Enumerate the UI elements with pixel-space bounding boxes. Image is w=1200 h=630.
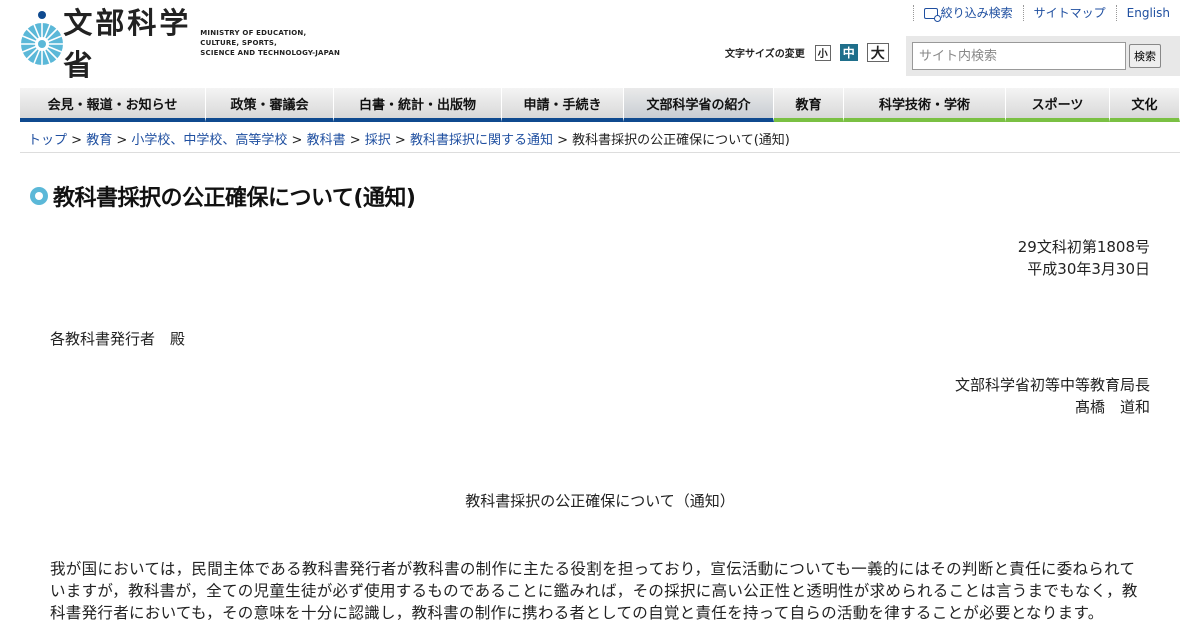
nav-item-applications[interactable]: 申請・手続き (502, 88, 624, 122)
site-logo[interactable]: 文部科学省 MINISTRY OF EDUCATION, CULTURE, SP… (20, 6, 340, 82)
breadcrumb-link[interactable]: 小学校、中学校、高等学校 (131, 133, 287, 148)
nav-item-press[interactable]: 会見・報道・お知らせ (20, 88, 206, 122)
nav-item-science[interactable]: 科学技術・学術 (844, 88, 1006, 122)
english-link[interactable]: English (1115, 5, 1180, 21)
logo-en-text: MINISTRY OF EDUCATION, CULTURE, SPORTS, … (200, 29, 340, 57)
nav-item-culture[interactable]: 文化 (1110, 88, 1180, 122)
breadcrumb-link[interactable]: 採択 (365, 133, 391, 148)
breadcrumb-link[interactable]: 教育 (86, 133, 112, 148)
search-button[interactable]: 検索 (1129, 44, 1161, 68)
page-title-text: 教科書採択の公正確保について(通知) (53, 186, 416, 211)
search-input[interactable] (912, 42, 1126, 70)
font-size-small-button[interactable]: 小 (814, 44, 831, 61)
nav-item-policy[interactable]: 政策・審議会 (206, 88, 334, 122)
font-size-label: 文字サイズの変更 (725, 49, 805, 60)
font-size-medium-button[interactable]: 中 (839, 44, 858, 61)
addressee: 各教科書発行者 殿 (50, 330, 186, 348)
nav-item-education[interactable]: 教育 (774, 88, 844, 122)
document-date: 平成30年3月30日 (1027, 260, 1150, 278)
document-number: 29文科初第1808号 (1017, 238, 1150, 256)
document-subject: 教科書採択の公正確保について（通知） (465, 492, 735, 510)
global-nav: 会見・報道・お知らせ 政策・審議会 白書・統計・出版物 申請・手続き 文部科学省… (20, 88, 1180, 122)
document-number-block: 29文科初第1808号 平成30年3月30日 (1018, 236, 1150, 280)
breadcrumb-link[interactable]: トップ (28, 133, 67, 148)
sitemap-link[interactable]: サイトマップ (1022, 5, 1116, 21)
page-title: 教科書採択の公正確保について(通知) (30, 180, 416, 212)
nav-item-sports[interactable]: スポーツ (1006, 88, 1110, 122)
title-bullet-icon (30, 187, 48, 205)
sender-title: 文部科学省初等中等教育局長 (954, 376, 1150, 394)
font-size-large-button[interactable]: 大 (866, 43, 889, 62)
breadcrumb-link[interactable]: 教科書採択に関する通知 (410, 133, 553, 148)
nav-item-about[interactable]: 文部科学省の紹介 (624, 88, 774, 122)
utility-links: 絞り込み検索 サイトマップ English (912, 5, 1180, 22)
filter-search-icon (923, 7, 941, 22)
nav-item-publications[interactable]: 白書・統計・出版物 (334, 88, 502, 122)
font-size-switcher: 文字サイズの変更 小 中 大 (725, 43, 898, 62)
mext-emblem-icon (20, 10, 63, 66)
sender-name: 髙橋 道和 (1074, 398, 1150, 416)
breadcrumb-current: 教科書採択の公正確保について(通知) (572, 133, 790, 148)
breadcrumb-link[interactable]: 教科書 (307, 133, 346, 148)
site-search: 検索 (906, 36, 1180, 76)
divider (20, 152, 1180, 153)
sender-block: 文部科学省初等中等教育局長 髙橋 道和 (955, 374, 1150, 418)
document-body: 我が国においては，民間主体である教科書発行者が教科書の制作に主たる役割を担ってお… (50, 560, 1138, 622)
breadcrumb: トップ > 教育 > 小学校、中学校、高等学校 > 教科書 > 採択 > 教科書… (28, 133, 790, 148)
logo-text: 文部科学省 (63, 6, 192, 82)
filter-search-link[interactable]: 絞り込み検索 (912, 5, 1023, 22)
